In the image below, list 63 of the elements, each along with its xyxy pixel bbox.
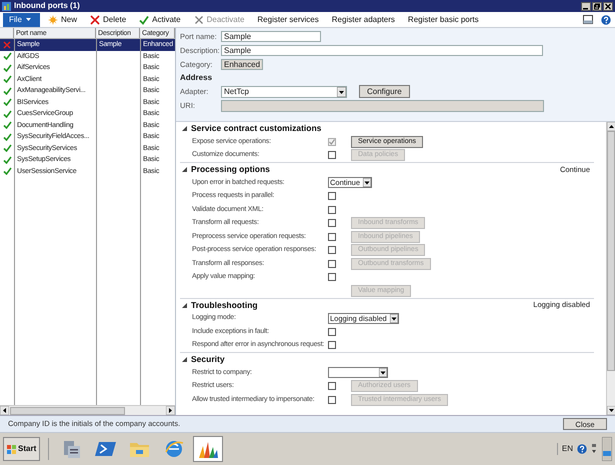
cross-icon	[194, 14, 204, 24]
checkbox[interactable]	[328, 396, 336, 404]
checkbox[interactable]	[328, 260, 336, 268]
checkbox[interactable]	[328, 206, 336, 214]
section-header[interactable]: Service contract customizations	[180, 122, 594, 135]
section-header[interactable]: Security	[180, 353, 594, 366]
input-field[interactable]: Sample	[221, 31, 321, 42]
checkbox[interactable]	[328, 219, 336, 228]
error-icon	[3, 40, 11, 49]
input-field: Enhanced	[221, 59, 263, 70]
caret-icon	[337, 86, 346, 96]
horizontal-scrollbar[interactable]	[0, 405, 175, 415]
restore-icon[interactable]	[592, 2, 602, 10]
toolbar-button[interactable]: New	[43, 12, 82, 26]
scroll-down-icon[interactable]	[606, 406, 615, 415]
minimize-icon[interactable]	[581, 2, 591, 10]
file-menu-button[interactable]: File	[3, 12, 40, 26]
checkbox[interactable]	[328, 232, 336, 241]
toolbar-button[interactable]: Activate	[134, 12, 186, 26]
scroll-right-icon[interactable]	[166, 406, 175, 415]
configure-button[interactable]: Configure	[359, 85, 410, 98]
expander-icon[interactable]	[182, 302, 187, 308]
toolbar-button[interactable]: Register basic ports	[402, 12, 484, 26]
caret-icon	[390, 314, 398, 323]
windows-logo-icon	[7, 444, 16, 454]
caret-icon	[26, 18, 31, 21]
section-heading: Address	[180, 73, 214, 83]
language-indicator[interactable]: EN	[556, 443, 573, 455]
expander-icon[interactable]	[182, 167, 187, 172]
checkbox[interactable]	[328, 341, 336, 350]
sparkle-icon	[48, 14, 58, 24]
dropdown[interactable]	[328, 367, 388, 378]
expander-icon[interactable]	[182, 126, 187, 131]
toolbar-button[interactable]: Delete	[85, 12, 132, 26]
tray-icon[interactable]	[591, 443, 598, 455]
caret-icon	[379, 368, 387, 378]
checkbox[interactable]	[328, 273, 336, 282]
checkbox[interactable]	[328, 328, 336, 336]
checkbox[interactable]	[328, 151, 336, 160]
adapter-dropdown[interactable]: NetTcp	[221, 86, 347, 98]
vertical-scrollbar[interactable]	[606, 122, 615, 415]
checkbox[interactable]	[328, 246, 336, 254]
bar-chart-icon[interactable]	[193, 436, 224, 462]
delete-icon	[90, 14, 100, 24]
checkbox[interactable]	[328, 192, 336, 200]
toolbar-button[interactable]: Register services	[252, 12, 324, 26]
scroll-thumb[interactable]	[10, 406, 125, 414]
scroll-up-icon[interactable]	[606, 122, 615, 131]
input-field[interactable]: Sample	[221, 45, 543, 56]
window-title: Inbound ports (1)	[14, 2, 80, 10]
start-button[interactable]: Start	[3, 437, 40, 461]
scroll-thumb[interactable]	[607, 131, 615, 371]
app-icon	[2, 2, 11, 10]
close-icon[interactable]	[603, 2, 613, 10]
checkmark-icon	[139, 14, 150, 24]
scroll-left-icon[interactable]	[0, 406, 9, 415]
toolbar-button[interactable]: Register adapters	[326, 12, 400, 26]
caret-icon	[363, 178, 372, 188]
layout-icon[interactable]	[583, 15, 593, 24]
checkbox[interactable]	[328, 382, 336, 390]
help-icon[interactable]	[577, 444, 587, 454]
help-icon[interactable]	[601, 14, 611, 24]
expander-icon[interactable]	[182, 357, 187, 362]
